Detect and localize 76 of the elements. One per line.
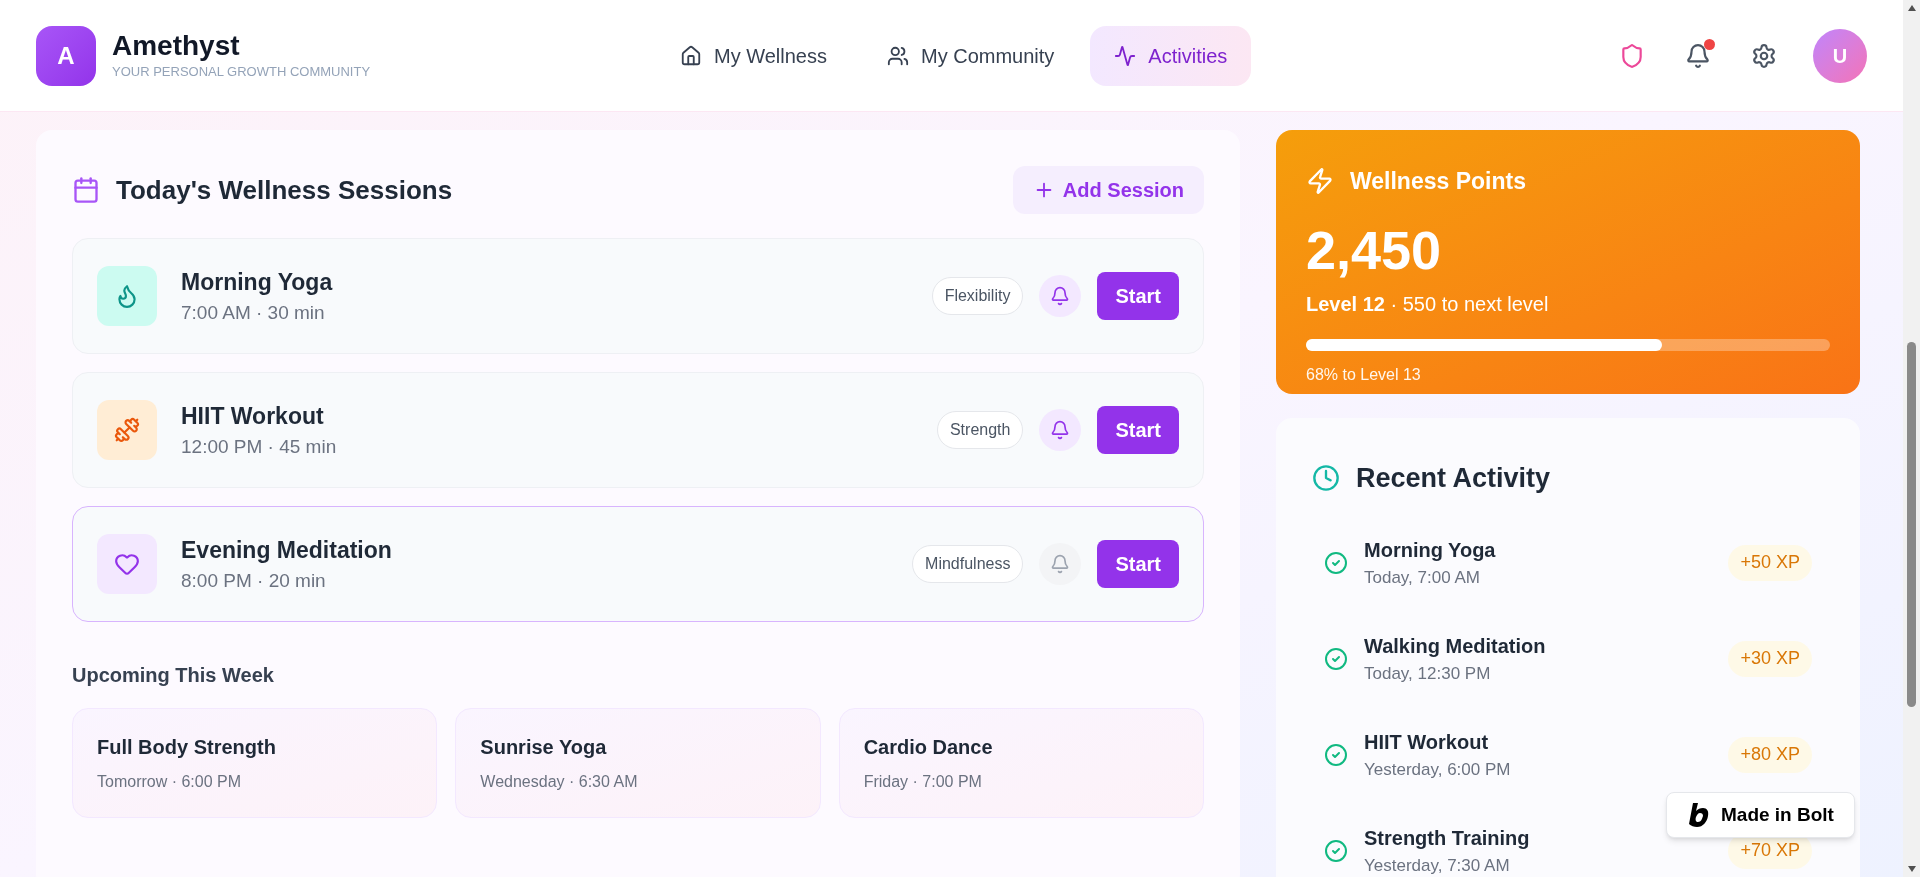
check-icon <box>1324 838 1348 863</box>
check-icon <box>1324 550 1348 575</box>
pulse-icon <box>1114 44 1137 67</box>
bell-icon <box>1050 286 1071 306</box>
points-value: 2,450 <box>1306 222 1443 277</box>
xp-badge: +50 XP <box>1728 544 1812 581</box>
clock-icon <box>1312 464 1340 493</box>
bell-icon <box>1050 420 1071 440</box>
check-icon <box>1324 742 1348 767</box>
nav-tab[interactable]: Activities <box>1090 25 1252 86</box>
activity-time: Yesterday, 7:30 AM <box>1364 854 1511 877</box>
session-name: Morning Yoga <box>181 267 333 297</box>
activity-time: Today, 12:30 PM <box>1364 662 1492 685</box>
reminder-button[interactable] <box>1039 409 1082 451</box>
reminder-button[interactable] <box>1039 275 1082 317</box>
bell-icon <box>1050 554 1071 574</box>
session-name: Evening Meditation <box>181 535 392 565</box>
session-card[interactable]: Morning Yoga 7:00 AM · 30 min Flexibility Start <box>72 238 1204 354</box>
app-tagline: YOUR PERSONAL GROWTH COMMUNITY <box>112 62 371 81</box>
app-title: Amethyst <box>112 29 241 62</box>
category-tag: Strength <box>936 411 1024 449</box>
people-icon <box>887 44 909 67</box>
check-icon <box>1324 646 1348 671</box>
settings-icon <box>1751 42 1777 69</box>
level-text: Level 12 · 550 to next level <box>1306 291 1550 317</box>
upcoming-card[interactable]: Sunrise Yoga Wednesday · 6:30 AM <box>455 708 821 818</box>
lightning-icon <box>1306 167 1334 196</box>
subsection-title: Upcoming This Week <box>72 663 275 688</box>
session-time: 12:00 PM · 45 min <box>181 435 337 459</box>
xp-badge: +80 XP <box>1728 736 1812 773</box>
upcoming-time: Wednesday · 6:30 AM <box>480 772 639 792</box>
category-tag: Flexibility <box>931 277 1024 315</box>
upcoming-name: Cardio Dance <box>863 735 994 760</box>
session-name: HIIT Workout <box>181 401 325 431</box>
upcoming-time: Friday · 7:00 PM <box>863 772 983 792</box>
xp-badge: +30 XP <box>1728 640 1812 677</box>
progress-label: 68% to Level 13 <box>1306 364 1422 385</box>
start-button[interactable]: Start <box>1097 272 1179 320</box>
nav-tab[interactable]: My Wellness <box>656 25 851 86</box>
upcoming-name: Sunrise Yoga <box>480 735 608 760</box>
calendar-icon <box>72 176 100 204</box>
activity-time: Yesterday, 6:00 PM <box>1364 758 1511 781</box>
badge-text: Made in Bolt <box>1721 802 1834 827</box>
scroll-thumb[interactable] <box>1907 342 1916 707</box>
card-title: Recent Activity <box>1356 462 1551 495</box>
upcoming-card[interactable]: Cardio Dance Friday · 7:00 PM <box>838 708 1204 818</box>
nav-tab[interactable]: My Community <box>863 25 1079 86</box>
activity-name: Strength Training <box>1364 825 1530 851</box>
start-button[interactable]: Start <box>1097 540 1179 588</box>
scroll-up-icon <box>1906 4 1917 12</box>
heart-icon <box>114 551 140 577</box>
upcoming-card[interactable]: Full Body Strength Tomorrow · 6:00 PM <box>72 708 438 818</box>
upcoming-time: Tomorrow · 6:00 PM <box>97 772 243 792</box>
scrollbar[interactable] <box>1903 0 1920 877</box>
session-time: 7:00 AM · 30 min <box>181 301 326 325</box>
session-time: 8:00 PM · 20 min <box>181 569 327 593</box>
bolt-logo-icon <box>1687 803 1709 827</box>
card-title: Wellness Points <box>1350 167 1526 196</box>
start-button[interactable]: Start <box>1097 406 1179 454</box>
activity-name: HIIT Workout <box>1364 729 1490 755</box>
add-session-button[interactable]: Add Session <box>1012 166 1204 214</box>
section-title: Today's Wellness Sessions <box>116 173 453 207</box>
category-tag: Mindfulness <box>912 545 1024 583</box>
activity-time: Today, 7:00 AM <box>1364 566 1481 589</box>
activity-name: Morning Yoga <box>1364 537 1496 563</box>
home-icon <box>680 44 702 67</box>
activity-name: Walking Meditation <box>1364 633 1546 659</box>
scroll-down-icon <box>1906 865 1917 873</box>
shield-icon <box>1619 42 1645 69</box>
dumbbell-icon <box>114 417 140 443</box>
logo: A <box>36 25 96 86</box>
session-card[interactable]: Evening Meditation 8:00 PM · 20 min Mindfulness Start <box>72 506 1204 622</box>
session-card[interactable]: HIIT Workout 12:00 PM · 45 min Strength Start <box>72 372 1204 488</box>
made-in-bolt-badge[interactable]: Made in Bolt <box>1666 792 1855 838</box>
bell-icon <box>1685 42 1711 69</box>
upcoming-name: Full Body Strength <box>97 735 277 760</box>
